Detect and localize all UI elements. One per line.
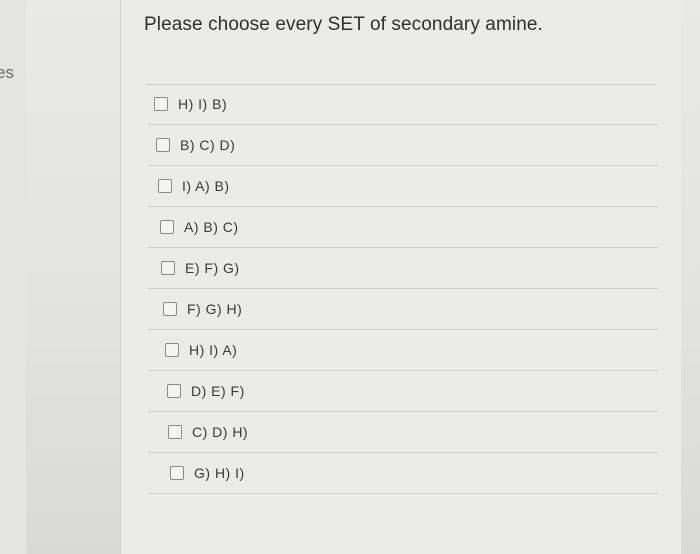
option-row[interactable]: A) B) C) — [148, 207, 658, 248]
checkbox[interactable] — [165, 343, 179, 357]
option-row[interactable]: H) I) A) — [148, 330, 658, 371]
option-label: H) I) A) — [189, 342, 238, 358]
checkbox[interactable] — [167, 384, 181, 398]
option-label: C) D) H) — [192, 424, 249, 440]
checkbox[interactable] — [163, 302, 177, 316]
quiz-page: es Please choose every SET of secondary … — [0, 0, 700, 554]
checkbox[interactable] — [161, 261, 175, 275]
option-label: B) C) D) — [180, 137, 236, 153]
option-row[interactable]: D) E) F) — [148, 371, 658, 412]
checkbox[interactable] — [160, 220, 174, 234]
option-row[interactable]: H) I) B) — [148, 84, 658, 125]
option-row[interactable]: C) D) H) — [148, 412, 658, 453]
question-text: Please choose every SET of secondary ami… — [144, 14, 543, 35]
checkbox[interactable] — [158, 179, 172, 193]
option-row[interactable]: B) C) D) — [148, 125, 658, 166]
option-row[interactable]: F) G) H) — [148, 289, 658, 330]
option-label: G) H) I) — [194, 465, 245, 481]
checkbox[interactable] — [156, 138, 170, 152]
checkbox[interactable] — [168, 425, 182, 439]
options-list: H) I) B) B) C) D) I) A) B) A) B) C) E) F… — [148, 84, 658, 494]
option-label: D) E) F) — [191, 383, 245, 399]
option-label: E) F) G) — [185, 260, 240, 276]
sidebar-partial-text: es — [0, 63, 14, 82]
option-row[interactable]: E) F) G) — [148, 248, 658, 289]
option-label: F) G) H) — [187, 301, 243, 317]
option-row[interactable]: I) A) B) — [148, 166, 658, 207]
checkbox[interactable] — [170, 466, 184, 480]
left-sidebar: es — [0, 0, 26, 554]
option-label: I) A) B) — [182, 178, 230, 194]
option-label: A) B) C) — [184, 219, 239, 235]
checkbox[interactable] — [154, 97, 168, 111]
option-row[interactable]: G) H) I) — [148, 453, 658, 494]
option-label: H) I) B) — [178, 96, 228, 112]
